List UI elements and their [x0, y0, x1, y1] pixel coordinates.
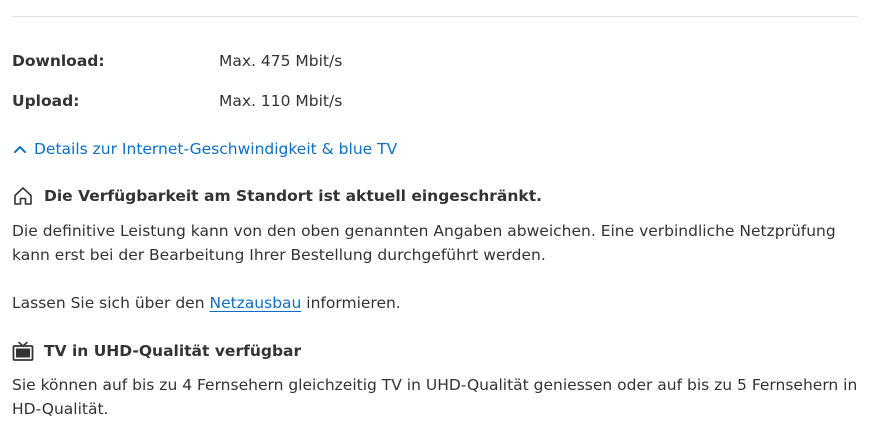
availability-text-line1: Die definitive Leistung kann von den obe…: [12, 222, 836, 240]
network-expansion-text: Lassen Sie sich über den Netzausbau info…: [12, 291, 858, 315]
tv-text-line2: HD-Qualität.: [12, 400, 109, 418]
tv-description: Sie können auf bis zu 4 Fernsehern gleic…: [12, 373, 858, 421]
details-toggle-link[interactable]: Details zur Internet-Geschwindigkeit & b…: [12, 138, 397, 160]
download-value: Max. 475 Mbit/s: [219, 52, 343, 70]
upload-value: Max. 110 Mbit/s: [219, 92, 343, 110]
details-link-label: Details zur Internet-Geschwindigkeit & b…: [34, 140, 398, 158]
netzausbau-link[interactable]: Netzausbau: [209, 294, 301, 312]
download-label: Download:: [12, 52, 105, 70]
availability-text-line2: kann erst bei der Bearbeitung Ihrer Best…: [12, 246, 546, 264]
tv-heading-text: TV in UHD-Qualität verfügbar: [44, 342, 302, 360]
tv-heading: TV in UHD-Qualität verfügbar: [12, 340, 301, 362]
top-divider: [12, 16, 858, 17]
home-icon: [12, 185, 34, 207]
tv-text-line1: Sie können auf bis zu 4 Fernsehern gleic…: [12, 376, 858, 394]
availability-heading: Die Verfügbarkeit am Standort ist aktuel…: [12, 185, 542, 207]
upload-label: Upload:: [12, 92, 80, 110]
chevron-up-icon: [12, 141, 28, 157]
tv-icon: [12, 340, 34, 362]
expansion-suffix: informieren.: [301, 294, 401, 312]
availability-heading-text: Die Verfügbarkeit am Standort ist aktuel…: [44, 187, 543, 205]
expansion-prefix: Lassen Sie sich über den: [12, 294, 210, 312]
availability-description: Die definitive Leistung kann von den obe…: [12, 219, 858, 267]
